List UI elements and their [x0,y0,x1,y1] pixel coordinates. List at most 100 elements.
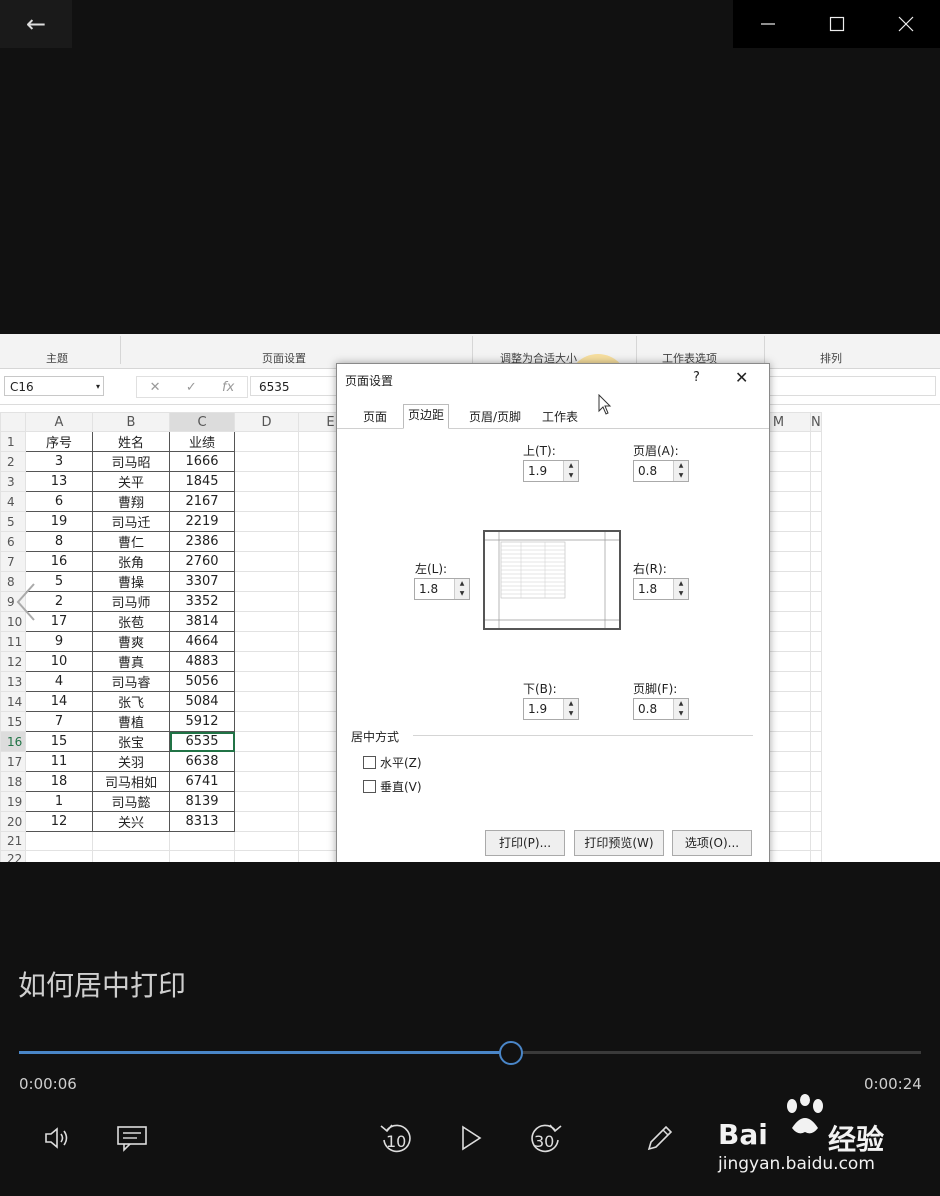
cell[interactable]: 6638 [169,751,235,772]
fx-icon[interactable]: fx [222,380,234,395]
video-frame[interactable]: 主题 页面设置 调整为合适大小 工作表选项 排列 C16 ▾ ✕ ✓ fx 653… [0,334,940,862]
cell[interactable]: 1666 [169,451,235,472]
cell[interactable] [234,691,299,712]
cell[interactable]: 张苞 [92,611,170,632]
spin-down-icon[interactable]: ▼ [455,589,469,599]
cell[interactable]: 2760 [169,551,235,572]
tab-margins[interactable]: 页边距 [403,404,450,429]
cell[interactable]: 2167 [169,491,235,512]
footer-margin-spinner[interactable]: 0.8 ▲ ▼ [633,698,689,720]
name-box[interactable]: C16 ▾ [4,376,104,396]
back-button[interactable]: ← [0,0,72,48]
spin-up-icon[interactable]: ▲ [455,579,469,589]
cell[interactable] [810,431,822,452]
header-margin-spinner[interactable]: 0.8 ▲ ▼ [633,460,689,482]
cell[interactable] [92,831,170,851]
cell[interactable] [234,651,299,672]
row-header[interactable]: 6 [0,531,26,552]
spin-down-icon[interactable]: ▼ [674,709,688,719]
cell[interactable]: 4664 [169,631,235,652]
select-all-corner[interactable] [0,412,26,432]
column-header[interactable]: C [169,412,235,432]
cell[interactable]: 曹仁 [92,531,170,552]
minimize-button[interactable] [733,0,802,48]
rewind-10-button[interactable]: 10 [374,1116,420,1160]
row-header[interactable]: 22 [0,849,26,862]
cell[interactable]: 3352 [169,591,235,612]
cell[interactable]: 8 [25,531,93,552]
cell[interactable]: 司马睿 [92,671,170,692]
play-button[interactable] [449,1116,493,1160]
cell[interactable] [234,451,299,472]
draw-button[interactable] [638,1116,682,1160]
cell[interactable] [810,511,822,532]
cell[interactable]: 3307 [169,571,235,592]
volume-button[interactable] [35,1116,79,1160]
column-header[interactable]: B [92,412,170,432]
row-header[interactable]: 20 [0,811,26,832]
row-header[interactable]: 2 [0,451,26,472]
cell[interactable] [810,611,822,632]
forward-30-button[interactable]: 30 [522,1116,568,1160]
previous-chevron-icon[interactable] [14,582,38,622]
row-header[interactable]: 17 [0,751,26,772]
cell[interactable]: 曹真 [92,651,170,672]
cell[interactable] [810,471,822,492]
cell[interactable]: 3 [25,451,93,472]
dialog-close-icon[interactable]: ✕ [735,368,748,387]
cell[interactable] [234,671,299,692]
cell[interactable] [810,551,822,572]
cell[interactable]: 8139 [169,791,235,812]
cell[interactable] [169,849,235,862]
row-header[interactable]: 18 [0,771,26,792]
cell[interactable]: 9 [25,631,93,652]
cell[interactable]: 5912 [169,711,235,732]
cell[interactable]: 业绩 [169,431,235,452]
cell[interactable]: 司马相如 [92,771,170,792]
tab-sheet[interactable]: 工作表 [538,407,582,427]
spin-up-icon[interactable]: ▲ [674,461,688,471]
spin-down-icon[interactable]: ▼ [564,709,578,719]
cell[interactable] [810,531,822,552]
options-button[interactable]: 选项(O)... [672,830,752,856]
cell[interactable]: 8313 [169,811,235,832]
cell[interactable]: 关兴 [92,811,170,832]
cell[interactable] [810,691,822,712]
cell[interactable] [810,731,822,752]
spin-up-icon[interactable]: ▲ [564,461,578,471]
cell[interactable]: 4883 [169,651,235,672]
tab-page[interactable]: 页面 [359,407,391,427]
cell[interactable]: 11 [25,751,93,772]
cell[interactable] [25,849,93,862]
cell[interactable]: 16 [25,551,93,572]
spin-up-icon[interactable]: ▲ [564,699,578,709]
horizontal-checkbox[interactable]: 水平(Z) [363,754,422,771]
spin-down-icon[interactable]: ▼ [674,589,688,599]
row-header[interactable]: 19 [0,791,26,812]
spin-down-icon[interactable]: ▼ [674,471,688,481]
cell[interactable] [25,831,93,851]
cell[interactable]: 姓名 [92,431,170,452]
cell[interactable]: 曹植 [92,711,170,732]
bottom-margin-spinner[interactable]: 1.9 ▲ ▼ [523,698,579,720]
row-header[interactable]: 11 [0,631,26,652]
row-header[interactable]: 3 [0,471,26,492]
cell[interactable]: 4 [25,671,93,692]
cell[interactable] [234,831,299,851]
row-header[interactable]: 12 [0,651,26,672]
print-button[interactable]: 打印(P)... [485,830,565,856]
row-header[interactable]: 15 [0,711,26,732]
cell[interactable]: 司马迁 [92,511,170,532]
maximize-button[interactable] [802,0,871,48]
column-header[interactable]: A [25,412,93,432]
cell[interactable]: 3814 [169,611,235,632]
cell[interactable]: 13 [25,471,93,492]
cell[interactable]: 18 [25,771,93,792]
cell[interactable] [810,791,822,812]
cell[interactable]: 关羽 [92,751,170,772]
cell[interactable] [234,791,299,812]
cell[interactable]: 15 [25,731,93,752]
cell[interactable]: 司马昭 [92,451,170,472]
cell[interactable]: 19 [25,511,93,532]
cell[interactable]: 7 [25,711,93,732]
